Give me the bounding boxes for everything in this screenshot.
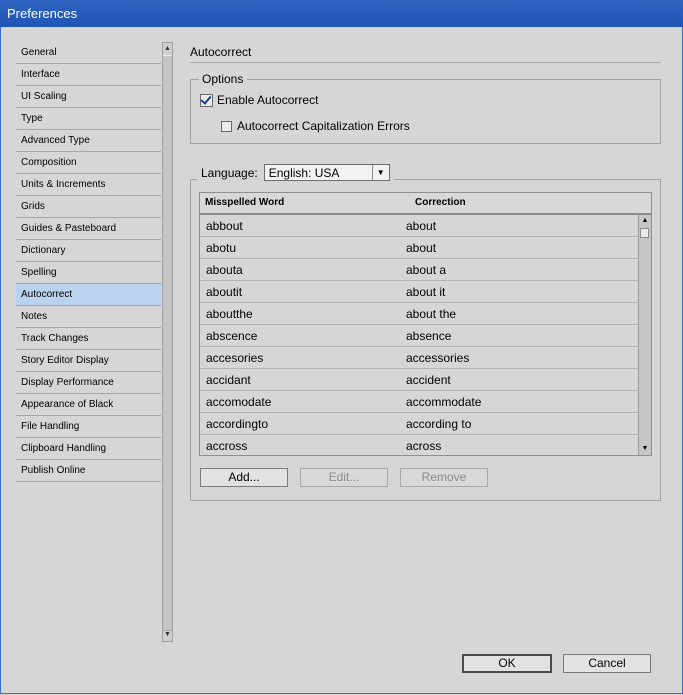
language-value: English: USA [268,165,340,180]
ok-button[interactable]: OK [462,654,552,673]
sidebar-item-track-changes[interactable]: Track Changes [16,328,161,350]
enable-autocorrect-label[interactable]: Enable Autocorrect [217,93,318,107]
misspelled-cell: accordingto [206,417,269,431]
autocorrect-table: Misspelled Word Correction abbout about a… [199,192,652,456]
edit-button[interactable]: Edit... [300,468,388,487]
correction-cell: accessories [406,351,470,365]
sidebar-item-appearance-of-black[interactable]: Appearance of Black [16,394,161,416]
sidebar-item-file-handling[interactable]: File Handling [16,416,161,438]
title-divider [190,62,661,63]
sidebar-item-ui-scaling[interactable]: UI Scaling [16,86,161,108]
correction-cell: accommodate [406,395,482,409]
misspelled-cell: accomodate [206,395,272,409]
enable-autocorrect-row[interactable]: Enable Autocorrect [200,93,318,107]
sidebar-item-clipboard-handling[interactable]: Clipboard Handling [16,438,161,460]
misspelled-cell: abscence [206,329,258,343]
sidebar-item-units-increments[interactable]: Units & Increments [16,174,161,196]
misspelled-cell: accross [206,439,248,453]
remove-button[interactable]: Remove [400,468,488,487]
sidebar-item-interface[interactable]: Interface [16,64,161,86]
correction-cell: according to [406,417,472,431]
table-row[interactable]: abotu about [200,237,638,259]
correction-cell: absence [406,329,452,343]
table-row[interactable]: accidant accident [200,369,638,391]
sidebar-item-grids[interactable]: Grids [16,196,161,218]
sidebar-item-autocorrect[interactable]: Autocorrect [16,284,161,306]
sidebar-scroll-thumb[interactable] [163,55,172,631]
cancel-button[interactable]: Cancel [563,654,651,673]
sidebar-item-dictionary[interactable]: Dictionary [16,240,161,262]
misspelled-cell: abotu [206,241,237,255]
correction-cell: about the [406,307,457,321]
language-legend: Language: English: USA ▼ [197,164,394,181]
chevron-down-icon[interactable]: ▼ [371,165,389,180]
caps-errors-label[interactable]: Autocorrect Capitalization Errors [237,119,410,133]
sidebar-item-type[interactable]: Type [16,108,161,130]
misspelled-cell: aboutit [206,285,243,299]
title-bar: Preferences [0,0,683,27]
misspelled-cell: abouta [206,263,243,277]
table-row[interactable]: aboutthe about the [200,303,638,325]
correction-cell: about [406,219,437,233]
table-row[interactable]: abbout about [200,215,638,237]
options-group [190,79,661,144]
caps-errors-checkbox[interactable] [221,120,232,132]
table-row[interactable]: abscence absence [200,325,638,347]
column-header-correction[interactable]: Correction [410,193,466,213]
correction-cell: accident [406,373,451,387]
table-row[interactable]: aboutit about it [200,281,638,303]
misspelled-cell: aboutthe [206,307,253,321]
column-header-misspelled[interactable]: Misspelled Word [200,193,410,213]
add-button[interactable]: Add... [200,468,288,487]
sidebar-item-story-editor-display[interactable]: Story Editor Display [16,350,161,372]
scroll-down-icon[interactable]: ▼ [163,629,172,641]
table-row[interactable]: accomodate accommodate [200,391,638,413]
page-title: Autocorrect [190,45,252,59]
language-select[interactable]: English: USA ▼ [263,164,390,181]
correction-cell: about it [406,285,446,299]
correction-cell: about [406,241,437,255]
sidebar-item-advanced-type[interactable]: Advanced Type [16,130,161,152]
table-header: Misspelled Word Correction [200,193,651,215]
table-row[interactable]: accross across [200,435,638,456]
options-legend: Options [199,72,248,86]
sidebar-item-general[interactable]: General [16,42,161,64]
language-label: Language: [201,165,258,180]
sidebar: General Interface UI Scaling Type Advanc… [16,42,161,642]
correction-cell: across [406,439,442,453]
misspelled-cell: abbout [206,219,243,233]
misspelled-cell: accesories [206,351,264,365]
scroll-down-icon[interactable]: ▼ [639,443,651,455]
sidebar-item-spelling[interactable]: Spelling [16,262,161,284]
table-row[interactable]: abouta about a [200,259,638,281]
table-row[interactable]: accesories accessories [200,347,638,369]
table-scrollbar[interactable]: ▲ ▼ [638,215,651,455]
enable-autocorrect-checkbox[interactable] [200,93,213,107]
table-scroll-thumb[interactable] [640,228,649,238]
sidebar-item-composition[interactable]: Composition [16,152,161,174]
correction-cell: about a [406,263,447,277]
scroll-up-icon[interactable]: ▲ [639,215,651,227]
window-title: Preferences [7,6,78,21]
table-body: abbout about abotu about abouta about a abo… [200,215,638,456]
caps-errors-row[interactable]: Autocorrect Capitalization Errors [221,119,410,133]
sidebar-scrollbar[interactable]: ▲ ▼ [162,42,173,642]
table-row[interactable]: accordingto according to [200,413,638,435]
scroll-up-icon[interactable]: ▲ [163,43,172,55]
sidebar-item-guides-pasteboard[interactable]: Guides & Pasteboard [16,218,161,240]
misspelled-cell: accidant [206,373,251,387]
sidebar-item-publish-online[interactable]: Publish Online [16,460,161,482]
sidebar-item-display-performance[interactable]: Display Performance [16,372,161,394]
sidebar-item-notes[interactable]: Notes [16,306,161,328]
